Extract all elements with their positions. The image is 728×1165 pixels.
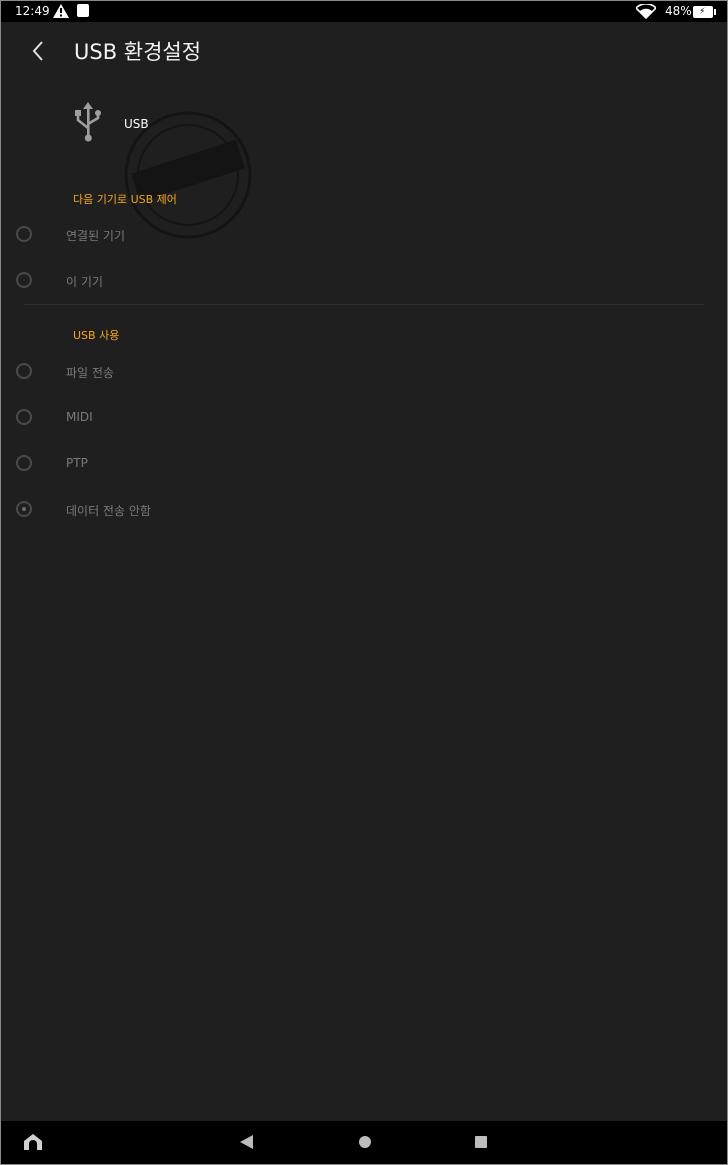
option-label: 파일 전송 [66, 366, 114, 380]
back-arrow-icon[interactable] [27, 38, 51, 64]
wifi-icon [636, 4, 656, 19]
radio-button-selected[interactable] [16, 501, 32, 517]
nav-recents-icon[interactable] [475, 1136, 487, 1148]
option-ptp[interactable]: PTP [14, 443, 714, 487]
usb-icon [75, 102, 101, 142]
app-bar: USB 환경설정 [1, 22, 727, 80]
option-no-data-transfer[interactable]: 데이터 전송 안함 [14, 489, 714, 533]
option-label: 데이터 전송 안함 [66, 504, 151, 518]
battery-percent: 48% [665, 4, 692, 18]
warning-icon [53, 4, 69, 18]
window-frame [0, 0, 728, 1165]
radio-button[interactable] [16, 455, 32, 471]
radio-button[interactable] [16, 363, 32, 379]
home-launcher-icon[interactable] [23, 1133, 43, 1151]
puzzle-icon [77, 4, 89, 17]
nav-back-icon[interactable] [240, 1135, 254, 1149]
status-time: 12:49 [15, 4, 50, 18]
option-midi[interactable]: MIDI [14, 397, 714, 441]
section-divider [24, 304, 704, 305]
option-label: 이 기기 [66, 275, 103, 289]
option-file-transfer[interactable]: 파일 전송 [14, 351, 714, 395]
battery-charging-icon: ⚡ [693, 6, 716, 18]
radio-button[interactable] [16, 226, 32, 242]
option-label: 연결된 기기 [66, 229, 126, 243]
radio-button[interactable] [16, 272, 32, 288]
option-label: PTP [66, 456, 88, 470]
control-section-title: 다음 기기로 USB 제어 [73, 193, 177, 206]
option-this-device[interactable]: 이 기기 [14, 260, 714, 304]
option-connected-device[interactable]: 연결된 기기 [14, 214, 714, 258]
radio-button[interactable] [16, 409, 32, 425]
page-title: USB 환경설정 [74, 40, 202, 64]
status-bar: 12:49 48% ⚡ [1, 1, 727, 22]
nav-home-icon[interactable] [359, 1136, 371, 1148]
option-label: MIDI [66, 410, 93, 424]
navigation-bar [1, 1121, 727, 1164]
usage-section-title: USB 사용 [73, 329, 120, 342]
